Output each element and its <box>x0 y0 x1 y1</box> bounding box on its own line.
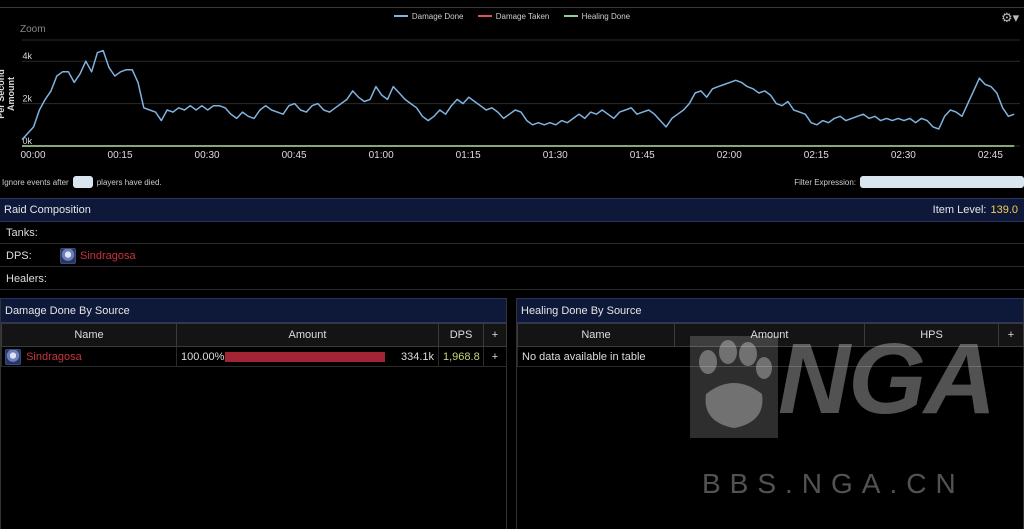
source-name-cell: Sindragosa <box>1 346 177 367</box>
table-row: No data available in table <box>517 346 1024 367</box>
raid-composition-title: Raid Composition <box>4 204 91 216</box>
column-header-hps[interactable]: HPS <box>864 323 999 347</box>
damage-done-title: Damage Done By Source <box>5 304 130 317</box>
table-row[interactable]: Sindragosa 100.00% 334.1k 1,968.8 + <box>1 346 507 367</box>
item-level: Item Level: 139.0 <box>933 204 1018 216</box>
ignore-deaths-input[interactable] <box>72 176 93 188</box>
amount-bar-cell: 100.00% 334.1k <box>181 351 434 363</box>
x-tick-label: 01:30 <box>543 150 568 161</box>
x-tick-label: 01:15 <box>456 150 481 161</box>
source-name-link[interactable]: Sindragosa <box>26 351 82 363</box>
legend-item-damage-taken[interactable]: Damage Taken <box>477 11 550 21</box>
zoom-label[interactable]: Zoom <box>20 24 46 35</box>
healing-done-title: Healing Done By Source <box>521 304 642 317</box>
x-tick-label: 02:45 <box>978 150 1003 161</box>
legend-swatch-damage-taken <box>477 15 492 17</box>
column-header-name[interactable]: Name <box>1 323 177 347</box>
character-portrait-icon <box>5 348 21 365</box>
column-header-name[interactable]: Name <box>517 323 675 347</box>
healing-done-header: Healing Done By Source <box>517 298 1023 323</box>
x-tick-label: 02:30 <box>891 150 916 161</box>
healing-done-table: Name Amount HPS + No data available in t… <box>517 323 1024 367</box>
healers-row: Healers: <box>0 268 1024 290</box>
legend-swatch-healing-done <box>563 15 578 17</box>
healing-done-panel: Healing Done By Source Name Amount HPS +… <box>516 298 1024 529</box>
dps-player-link[interactable]: Sindragosa <box>80 250 136 262</box>
legend-item-healing-done[interactable]: Healing Done <box>563 11 631 21</box>
gear-icon[interactable]: ⚙▾ <box>1001 10 1019 26</box>
column-header-dps[interactable]: DPS <box>438 323 484 347</box>
column-header-add[interactable]: + <box>483 323 507 347</box>
damage-done-header: Damage Done By Source <box>1 298 506 323</box>
item-level-label: Item Level: <box>932 204 987 216</box>
legend-label: Damage Taken <box>495 11 550 21</box>
table-header-row: Name Amount DPS + <box>1 323 507 347</box>
x-tick-label: 00:45 <box>282 150 307 161</box>
empty-table-message: No data available in table <box>517 346 1024 367</box>
x-tick-label: 00:30 <box>195 150 220 161</box>
item-level-value: 139.0 <box>990 204 1018 216</box>
legend-swatch-damage-done <box>393 15 408 17</box>
ignore-suffix-label: players have died. <box>96 177 162 187</box>
amount-value: 334.1k <box>400 350 434 363</box>
filter-expression-input[interactable] <box>860 176 1024 188</box>
table-header-row: Name Amount HPS + <box>517 323 1024 347</box>
y-axis-label: Per Second Amount <box>0 69 16 119</box>
filter-expression-control: Filter Expression: <box>794 176 1024 188</box>
legend-item-damage-done[interactable]: Damage Done <box>393 11 464 21</box>
legend-label: Healing Done <box>581 11 631 21</box>
y-tick-label: 2k <box>22 94 32 104</box>
healers-label: Healers: <box>6 272 47 285</box>
amount-bar <box>225 351 385 362</box>
amount-cell: 100.00% 334.1k <box>176 346 439 367</box>
dps-row: DPS: Sindragosa <box>0 245 1024 267</box>
damage-chart[interactable]: 0k 2k 4k 00:00 00:15 00:30 00:45 01:00 01:15 01:3… <box>0 0 1024 170</box>
x-tick-label: 02:00 <box>717 150 742 161</box>
x-tick-label: 00:00 <box>20 150 45 161</box>
raid-composition-header: Raid Composition Item Level: 139.0 <box>0 198 1024 222</box>
series-line-damage-done <box>21 49 1015 141</box>
column-header-amount[interactable]: Amount <box>674 323 865 347</box>
legend-label: Damage Done <box>411 11 464 21</box>
y-tick-label: 4k <box>22 51 32 61</box>
amount-percent: 100.00% <box>181 350 225 363</box>
tanks-label: Tanks: <box>6 226 38 239</box>
column-header-add[interactable]: + <box>998 323 1024 347</box>
filter-expression-label: Filter Expression: <box>794 177 856 187</box>
column-header-amount[interactable]: Amount <box>176 323 439 347</box>
expand-row-button[interactable]: + <box>483 346 507 367</box>
ignore-deaths-control: Ignore events after players have died. <box>2 176 162 188</box>
character-portrait-icon <box>60 247 76 264</box>
chart-legend: Damage Done Damage Taken Healing Done <box>0 10 1024 21</box>
x-tick-label: 02:15 <box>804 150 829 161</box>
chart-svg: 0k2k4k00:00 00:15 00:30 00:45 01:00 01:15 01:3… <box>0 7 1024 161</box>
damage-done-table: Name Amount DPS + Sindragosa 100.00% 334… <box>1 323 507 367</box>
dps-label: DPS: <box>6 249 32 262</box>
filter-row: Ignore events after players have died. F… <box>0 172 1024 194</box>
ignore-prefix-label: Ignore events after <box>2 177 69 187</box>
x-tick-label: 00:15 <box>108 150 133 161</box>
tanks-row: Tanks: <box>0 222 1024 244</box>
damage-done-panel: Damage Done By Source Name Amount DPS + … <box>0 298 507 529</box>
x-tick-label: 01:00 <box>369 150 394 161</box>
dps-value: 1,968.8 <box>438 346 484 367</box>
x-tick-label: 01:45 <box>630 150 655 161</box>
